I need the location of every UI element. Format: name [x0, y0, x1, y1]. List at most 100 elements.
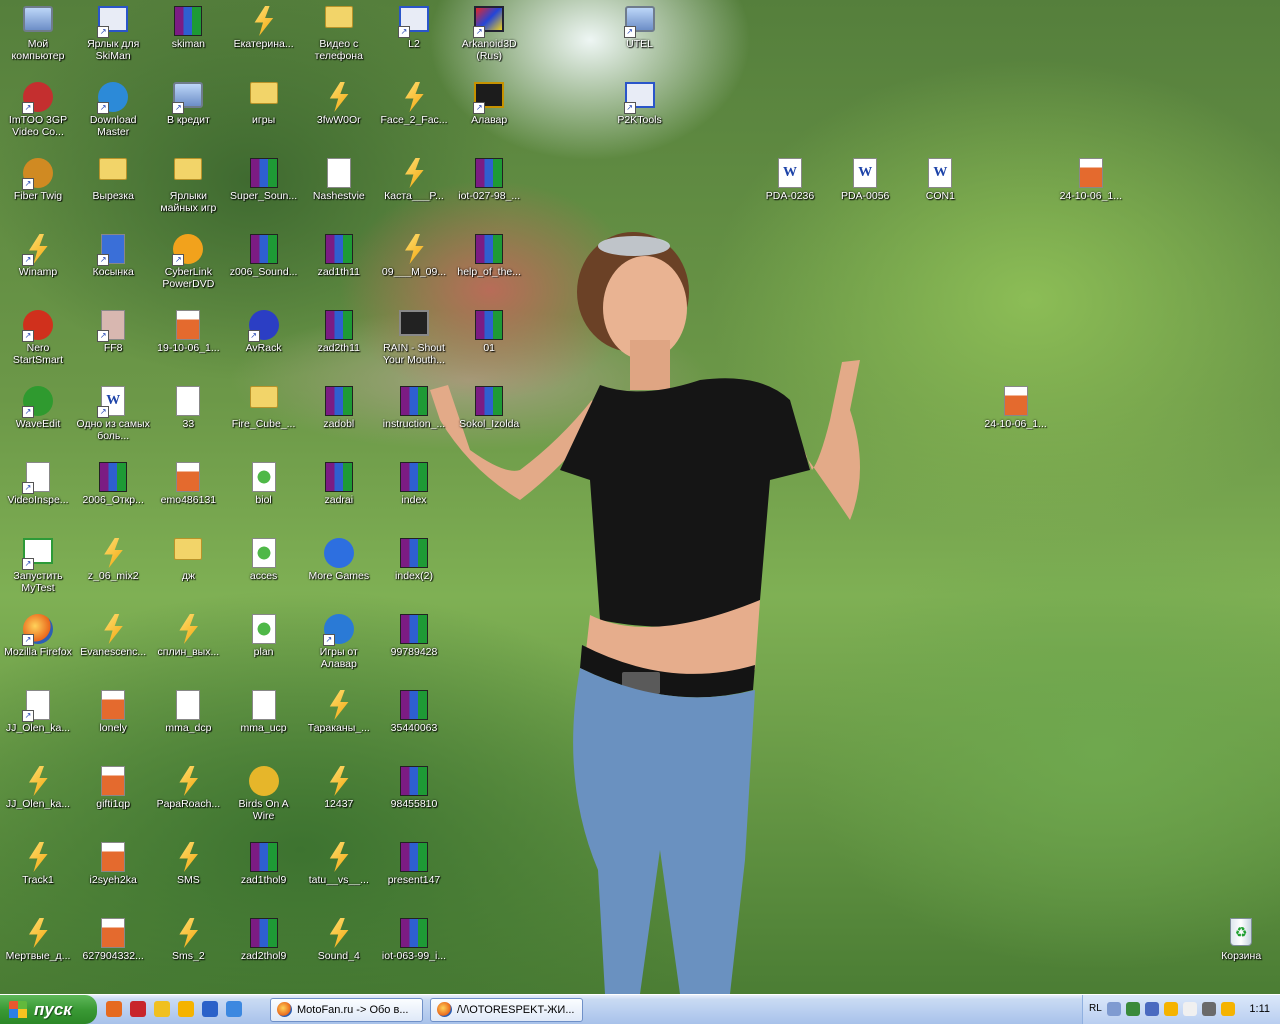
desktop-icon[interactable]: ↗ Алавар [451, 76, 527, 148]
desktop-icon[interactable]: help_of_the... [451, 228, 527, 300]
desktop-icon[interactable]: JJ_Olen_ka... [0, 760, 76, 832]
desktop-icon[interactable]: 01 [451, 304, 527, 376]
desktop-icon[interactable]: ↗ Запустить MyTest [0, 532, 76, 604]
desktop-icon[interactable]: zad2th11 [301, 304, 377, 376]
ie-quicklaunch-icon[interactable] [226, 1001, 242, 1017]
desktop-icon[interactable]: ↗ P2KTools [602, 76, 678, 148]
desktop-icon[interactable]: W CON1 [902, 152, 978, 224]
desktop-icon[interactable]: ↗ Nero StartSmart [0, 304, 76, 376]
desktop-icon[interactable]: gifti1qp [75, 760, 151, 832]
desktop-icon[interactable]: mma_dcp [150, 684, 226, 756]
firefox-quicklaunch-icon[interactable] [106, 1001, 122, 1017]
desktop-icon[interactable]: index(2) [376, 532, 452, 604]
desktop-icon[interactable]: ↗ WaveEdit [0, 380, 76, 452]
desktop-icon[interactable]: 2006_Откр... [75, 456, 151, 528]
desktop-icon[interactable]: PapaRoach... [150, 760, 226, 832]
desktop-icon[interactable]: 99789428 [376, 608, 452, 680]
desktop-icon[interactable]: Мой компьютер [0, 0, 76, 72]
desktop-icon[interactable]: acces [226, 532, 302, 604]
desktop-icon[interactable]: Sokol_Izolda [451, 380, 527, 452]
desktop-icon[interactable]: ↗ Косынка [75, 228, 151, 300]
desktop[interactable]: Мой компьютер ↗ Ярлык для SkiMan skiman Екат… [0, 0, 1280, 994]
desktop-icon[interactable]: Face_2_Fac... [376, 76, 452, 148]
tray-speaker-icon[interactable] [1202, 1002, 1216, 1016]
desktop-icon[interactable]: ↗ VideoInspe... [0, 456, 76, 528]
desktop-icon[interactable]: More Games [301, 532, 377, 604]
winamp-quicklaunch-icon[interactable] [178, 1001, 194, 1017]
desktop-icon[interactable]: ↗ CyberLink PowerDVD [150, 228, 226, 300]
notepad-quicklaunch-icon[interactable] [154, 1001, 170, 1017]
desktop-icon[interactable]: 24-10-06_1... [978, 380, 1054, 452]
desktop-icon[interactable]: Evanescenc... [75, 608, 151, 680]
desktop-icon[interactable]: ↗ В кредит [150, 76, 226, 148]
desktop-icon[interactable]: ↗ JJ_Olen_ka... [0, 684, 76, 756]
desktop-icon[interactable]: Екатерина... [226, 0, 302, 72]
desktop-icon[interactable]: Sound_4 [301, 912, 377, 984]
desktop-icon[interactable]: z_06_mix2 [75, 532, 151, 604]
desktop-icon[interactable]: W PDA-0056 [827, 152, 903, 224]
desktop-icon[interactable]: 627904332... [75, 912, 151, 984]
desktop-icon[interactable]: zadobl [301, 380, 377, 452]
opera-quicklaunch-icon[interactable] [130, 1001, 146, 1017]
desktop-icon[interactable]: skiman [150, 0, 226, 72]
desktop-icon[interactable]: ↗ Игры от Алавар [301, 608, 377, 680]
desktop-icon[interactable]: сплин_вых... [150, 608, 226, 680]
clock[interactable]: 1:11 [1249, 1003, 1270, 1015]
desktop-icon[interactable]: ♻ Корзина [1203, 912, 1279, 984]
desktop-icon[interactable]: zad1thol9 [226, 836, 302, 908]
desktop-icon[interactable]: ↗ Download Master [75, 76, 151, 148]
desktop-icon[interactable]: zadrai [301, 456, 377, 528]
desktop-icon[interactable]: instruction_... [376, 380, 452, 452]
desktop-icon[interactable]: index [376, 456, 452, 528]
desktop-icon[interactable]: lonely [75, 684, 151, 756]
media-player-quicklaunch-icon[interactable] [202, 1001, 218, 1017]
tray-agent-icon[interactable] [1221, 1002, 1235, 1016]
desktop-icon[interactable]: Вырезка [75, 152, 151, 224]
desktop-icon[interactable]: emo486131 [150, 456, 226, 528]
desktop-icon[interactable]: ↗ Fiber Twig [0, 152, 76, 224]
tray-monitor-icon[interactable] [1145, 1002, 1159, 1016]
desktop-icon[interactable]: zad1th11 [301, 228, 377, 300]
desktop-icon[interactable]: ↗ Ярлык для SkiMan [75, 0, 151, 72]
desktop-icon[interactable]: 3fwW0Or [301, 76, 377, 148]
desktop-icon[interactable]: 24-10-06_1... [1053, 152, 1129, 224]
desktop-icon[interactable]: ↗ UTEL [602, 0, 678, 72]
desktop-icon[interactable]: iot-027-98_... [451, 152, 527, 224]
desktop-icon[interactable]: ↗ Winamp [0, 228, 76, 300]
desktop-icon[interactable]: Тараканы_... [301, 684, 377, 756]
desktop-icon[interactable]: Birds On A Wire [226, 760, 302, 832]
desktop-icon[interactable]: Мертвые_д... [0, 912, 76, 984]
language-indicator[interactable]: RL [1089, 1003, 1102, 1014]
start-button[interactable]: пуск [0, 995, 97, 1024]
desktop-icon[interactable]: Fire_Cube_... [226, 380, 302, 452]
desktop-icon[interactable]: SMS [150, 836, 226, 908]
desktop-icon[interactable]: Ярлыки майных игр [150, 152, 226, 224]
desktop-icon[interactable]: 33 [150, 380, 226, 452]
desktop-icon[interactable]: ↗ Arkanoid3D (Rus) [451, 0, 527, 72]
desktop-icon[interactable]: Видео с телефона [301, 0, 377, 72]
desktop-icon[interactable]: ↗ Mozilla Firefox [0, 608, 76, 680]
desktop-icon[interactable]: RAIN - Shout Your Mouth... [376, 304, 452, 376]
desktop-icon[interactable]: дж [150, 532, 226, 604]
desktop-icon[interactable]: 12437 [301, 760, 377, 832]
desktop-icon[interactable]: ↗ FF8 [75, 304, 151, 376]
desktop-icon[interactable]: игры [226, 76, 302, 148]
desktop-icon[interactable]: tatu__vs__... [301, 836, 377, 908]
desktop-icon[interactable]: W ↗ Одно из самых боль... [75, 380, 151, 452]
desktop-icon[interactable]: Super_Soun... [226, 152, 302, 224]
desktop-icon[interactable]: ↗ ImTOO 3GP Video Co... [0, 76, 76, 148]
tray-winamp-icon[interactable] [1164, 1002, 1178, 1016]
desktop-icon[interactable]: W PDA-0236 [752, 152, 828, 224]
desktop-icon[interactable]: 35440063 [376, 684, 452, 756]
taskbar-window-button[interactable]: /\/\OTORESPEKT-ЖИ... [430, 998, 583, 1022]
desktop-icon[interactable]: 09___M_09... [376, 228, 452, 300]
desktop-icon[interactable]: Track1 [0, 836, 76, 908]
desktop-icon[interactable]: iot-063-99_i... [376, 912, 452, 984]
tray-arrow-icon[interactable] [1107, 1002, 1121, 1016]
desktop-icon[interactable]: ↗ L2 [376, 0, 452, 72]
desktop-icon[interactable]: ↗ AvRack [226, 304, 302, 376]
desktop-icon[interactable]: 19-10-06_1... [150, 304, 226, 376]
desktop-icon[interactable]: 98455810 [376, 760, 452, 832]
desktop-icon[interactable]: Каста___P... [376, 152, 452, 224]
desktop-icon[interactable]: zad2thol9 [226, 912, 302, 984]
